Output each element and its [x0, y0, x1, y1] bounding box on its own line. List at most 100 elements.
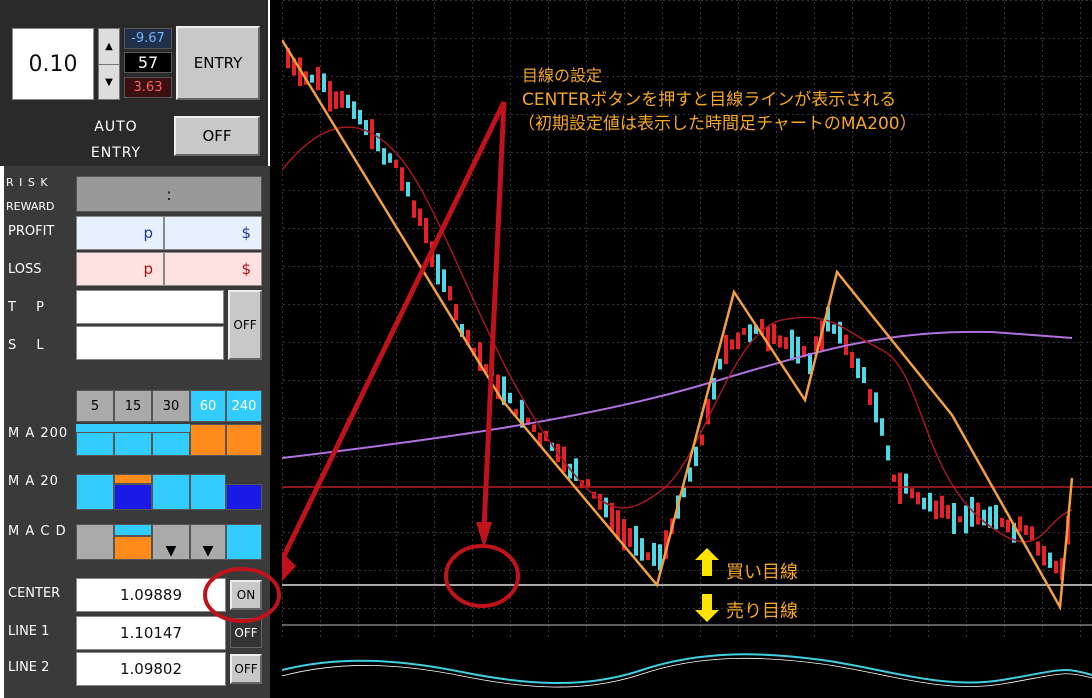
reward-label: REWARD [6, 200, 55, 213]
price-chart[interactable]: 目線の設定 CENTERボタンを押すと目線ラインが表示される （初期設定値は表示… [282, 0, 1092, 698]
candle-60 [646, 552, 650, 561]
candle-107 [928, 492, 932, 512]
sl-field[interactable] [76, 326, 224, 360]
candle-76 [742, 328, 746, 335]
candle-111 [952, 503, 956, 534]
macd-label: M A C D [8, 524, 67, 539]
ma200-label: M A 200 [8, 426, 69, 441]
sl-label: S L [8, 338, 52, 353]
ma200-60[interactable] [190, 424, 226, 456]
ma200-15[interactable] [114, 432, 152, 456]
candle-100 [886, 445, 890, 461]
annotation-title: 目線の設定 [522, 66, 603, 85]
ma20-15[interactable] [114, 484, 152, 510]
ma20-60[interactable] [190, 474, 226, 510]
candle-99 [880, 418, 884, 436]
candle-105 [916, 492, 920, 505]
tp-field[interactable] [76, 290, 224, 324]
line2-label: LINE 2 [8, 660, 50, 675]
candle-23 [424, 217, 428, 244]
stepper-down-icon[interactable]: ▼ [99, 65, 119, 100]
profit-dollar-field[interactable]: $ [164, 216, 262, 250]
candle-26 [442, 269, 446, 292]
candle-115 [976, 502, 980, 525]
macd-5[interactable] [76, 524, 114, 560]
ma200-240[interactable] [226, 424, 262, 456]
candle-72 [718, 358, 722, 370]
stepper-up-icon[interactable]: ▲ [99, 29, 119, 65]
candle-41 [532, 424, 536, 433]
candle-18 [394, 159, 398, 169]
candle-37 [508, 392, 512, 404]
candle-75 [736, 332, 740, 350]
timeframe-15[interactable]: 15 [114, 390, 152, 422]
candle-61 [652, 542, 656, 566]
macd-15-top [114, 524, 152, 536]
buy-label: 買い目線 [726, 562, 798, 583]
candle-101 [892, 474, 896, 482]
loss-label: LOSS [8, 262, 42, 277]
candle-98 [874, 392, 878, 423]
ma200-30[interactable] [152, 432, 190, 456]
timeframe-240[interactable]: 240 [226, 390, 262, 422]
entry-button[interactable]: ENTRY [176, 26, 260, 100]
tpsl-toggle[interactable]: OFF [228, 290, 262, 360]
ma20-30[interactable] [152, 474, 190, 510]
risk-label: R I S K [6, 176, 49, 189]
lot-size-field[interactable]: 0.10 [12, 28, 94, 100]
candle-94 [850, 351, 854, 368]
value-top: -9.67 [124, 28, 172, 49]
candle-96 [862, 367, 866, 384]
candle-120 [1006, 519, 1010, 533]
candle-118 [994, 504, 998, 530]
candle-27 [448, 286, 452, 301]
candle-57 [628, 528, 632, 548]
candle-124 [1030, 526, 1034, 541]
candle-20 [406, 182, 410, 197]
candle-52 [598, 493, 602, 510]
candle-5 [316, 66, 320, 91]
candle-97 [868, 389, 872, 405]
macd-240[interactable] [226, 524, 262, 560]
candle-28 [454, 304, 458, 321]
candle-106 [922, 497, 926, 510]
candle-110 [946, 505, 950, 519]
value-bottom: 3.63 [124, 77, 172, 98]
profit-pips-field[interactable]: p [76, 216, 164, 250]
candle-9 [340, 90, 344, 108]
candle-8 [334, 91, 338, 109]
ma20-240[interactable] [226, 484, 262, 510]
loss-dollar-field[interactable]: $ [164, 252, 262, 286]
macd-15[interactable] [114, 536, 152, 560]
timeframe-5[interactable]: 5 [76, 390, 114, 422]
macd-60-down-icon[interactable]: ▼ [190, 524, 226, 560]
candle-91 [832, 324, 836, 334]
candle-7 [328, 81, 332, 112]
candle-19 [400, 167, 404, 191]
on-button-highlight [203, 567, 281, 623]
ma20-5[interactable] [76, 474, 114, 510]
candle-21 [412, 200, 416, 218]
line2-toggle-button[interactable]: OFF [230, 654, 262, 684]
candle-25 [436, 254, 440, 285]
auto-entry-toggle[interactable]: OFF [174, 116, 260, 156]
macd-30-down-icon[interactable]: ▼ [152, 524, 190, 560]
line2-value-field[interactable]: 1.09802 [76, 652, 226, 686]
loss-pips-field[interactable]: p [76, 252, 164, 286]
timeframe-60[interactable]: 60 [190, 390, 226, 422]
candle-95 [856, 358, 860, 379]
ma20-label: M A 20 [8, 474, 59, 489]
candle-50 [586, 479, 590, 487]
tp-label: T P [8, 300, 52, 315]
candle-58 [634, 525, 638, 556]
profit-label: PROFIT [8, 224, 55, 239]
candle-77 [748, 324, 752, 343]
candle-74 [730, 339, 734, 350]
candle-85 [796, 336, 800, 364]
ma200-5[interactable] [76, 432, 114, 456]
ma20-15-top [114, 474, 152, 484]
timeframe-30[interactable]: 30 [152, 390, 190, 422]
candle-112 [958, 516, 962, 523]
lot-stepper[interactable]: ▲ ▼ [98, 28, 120, 100]
candle-82 [778, 335, 782, 348]
